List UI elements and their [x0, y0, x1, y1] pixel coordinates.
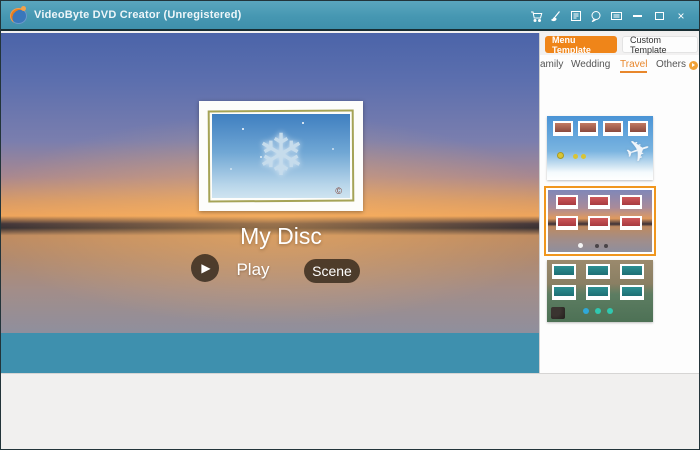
copyright-mark: ©	[335, 186, 342, 196]
menu-thumbnail-frame[interactable]: ❄ ©	[199, 101, 363, 211]
category-travel[interactable]: Travel	[620, 59, 647, 73]
figure-silhouette	[551, 307, 565, 319]
play-label[interactable]: Play	[228, 260, 278, 280]
category-family[interactable]: amily	[540, 59, 563, 70]
cart-icon[interactable]	[529, 9, 543, 23]
template-thumb-airplane[interactable]: ✈	[547, 116, 653, 180]
sparkle-dots	[242, 128, 244, 130]
app-logo-icon	[10, 8, 27, 24]
template-thumb-sunset-image	[548, 190, 652, 252]
template-sidebar: Menu Template Custom Template amily Wedd…	[539, 33, 700, 373]
template-list: ✈	[540, 76, 700, 373]
register-icon[interactable]	[569, 9, 583, 23]
category-wedding[interactable]: Wedding	[571, 59, 610, 70]
disc-title[interactable]: My Disc	[171, 223, 391, 250]
scene-button[interactable]: Scene	[304, 259, 360, 283]
window-title: VideoByte DVD Creator (Unregistered)	[34, 9, 242, 21]
template-thumb-autumn[interactable]	[547, 260, 653, 322]
pager-bar: ‹ 1 of 2 Page(s) › ☆ Save As Custom Temp…	[1, 333, 539, 373]
menu-preview-canvas[interactable]: ❄ © My Disc ▶ Play Scene	[1, 33, 539, 333]
snowflake-icon: ❄	[257, 127, 306, 185]
template-thumb-sunset-selected[interactable]	[544, 186, 656, 256]
title-bar: VideoByte DVD Creator (Unregistered)	[1, 1, 700, 31]
bottom-panel: Add Background Music: ... Loop Apply to …	[1, 373, 700, 450]
play-button[interactable]: ▶	[191, 254, 219, 282]
feedback-icon[interactable]	[589, 9, 603, 23]
category-others[interactable]: Others	[656, 59, 686, 70]
tab-custom-template[interactable]: Custom Template	[622, 36, 698, 53]
category-row: amily Wedding Travel Others	[540, 55, 700, 76]
brush-icon[interactable]	[549, 9, 563, 23]
tab-menu-template[interactable]: Menu Template	[545, 36, 617, 53]
maximize-button[interactable]	[651, 8, 667, 24]
menu-icon[interactable]	[609, 9, 623, 23]
close-button[interactable]: ×	[673, 8, 689, 24]
template-tabs-row: Menu Template Custom Template	[540, 33, 700, 55]
snowflake-thumbnail-image: ❄ ©	[212, 114, 350, 198]
category-scroll-right-icon[interactable]	[689, 61, 698, 70]
airplane-icon: ✈	[621, 131, 653, 172]
app-window: VideoByte DVD Creator (Unregistered)	[0, 0, 700, 450]
play-triangle-icon: ▶	[201, 261, 210, 275]
minimize-button[interactable]	[629, 8, 645, 24]
